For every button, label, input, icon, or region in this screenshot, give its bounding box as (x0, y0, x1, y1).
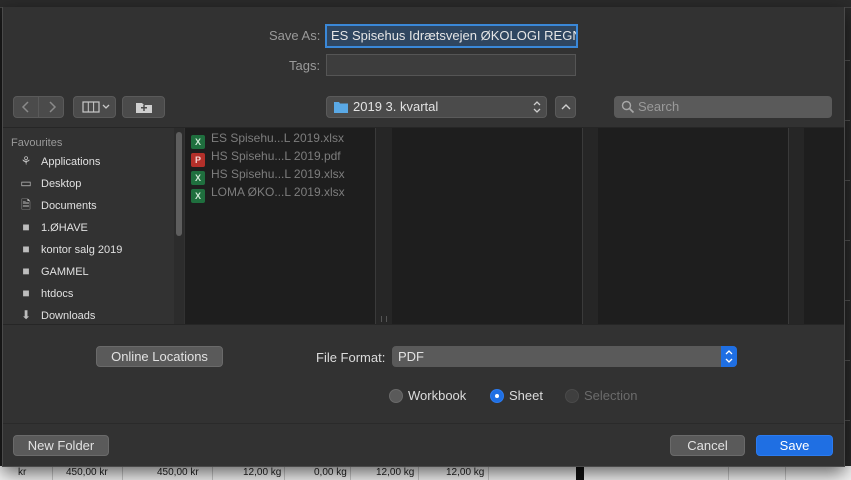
sheet-cell: 450,00 kr (66, 467, 108, 478)
file-item[interactable]: P HS Spisehu...L 2019.pdf (191, 147, 341, 167)
folder-icon: ■ (22, 242, 30, 256)
updown-chevron-icon (533, 101, 541, 113)
background-spreadsheet-row: kr 450,00 kr 450,00 kr 12,00 kg 0,00 kg … (0, 466, 851, 480)
nav-back-forward (13, 96, 64, 118)
sidebar-item-applications[interactable]: ⚘ Applications (17, 151, 101, 171)
sidebar-item-desktop[interactable]: ▭ Desktop (17, 173, 81, 193)
sidebar-scrollbar[interactable] (174, 128, 184, 324)
column-resize-handle[interactable] (375, 128, 376, 324)
save-as-input[interactable]: ES Spisehus Idrætsvejen ØKOLOGI REGN (325, 24, 578, 48)
file-format-value: PDF (398, 349, 424, 364)
search-field[interactable]: Search (614, 96, 832, 118)
sheet-cell: 12,00 kg (376, 467, 415, 478)
folder-icon (334, 102, 348, 113)
folder-icon: ■ (22, 286, 30, 300)
file-format-select[interactable]: PDF (392, 346, 737, 367)
tags-input[interactable] (326, 54, 576, 76)
chevron-up-icon (561, 104, 570, 110)
file-item[interactable]: X ES Spisehu...L 2019.xlsx (191, 129, 344, 149)
radio-selection (565, 389, 579, 403)
sidebar-item-kontor-salg[interactable]: ■ kontor salg 2019 (17, 239, 122, 259)
search-placeholder: Search (638, 99, 680, 114)
folder-icon: ■ (22, 220, 30, 234)
radio-sheet[interactable] (490, 389, 504, 403)
column-view-icon (81, 101, 109, 113)
sheet-cell: kr (18, 467, 27, 478)
sidebar-item-htdocs[interactable]: ■ htdocs (17, 283, 73, 303)
file-browser: X ES Spisehu...L 2019.xlsx P HS Spisehu...… (185, 128, 844, 324)
expand-dialog-button[interactable] (555, 96, 576, 118)
browser-column (598, 128, 788, 324)
sidebar-item-1ohave[interactable]: ■ 1.ØHAVE (17, 217, 88, 237)
location-label: 2019 3. kvartal (353, 99, 439, 114)
downloads-icon: ⬇ (20, 308, 32, 322)
sidebar-header: Favourites (11, 137, 63, 149)
radio-workbook-label: Workbook (408, 388, 467, 403)
folder-icon: ■ (22, 264, 30, 278)
cancel-button[interactable]: Cancel (670, 435, 745, 456)
file-item[interactable]: X HS Spisehu...L 2019.xlsx (191, 165, 345, 185)
updown-chevron-icon (721, 346, 737, 367)
sidebar-item-gammel[interactable]: ■ GAMMEL (17, 261, 88, 281)
sheet-cell: 450,00 kr (157, 467, 199, 478)
sidebar: Favourites ⚘ Applications ▭ Desktop 🗎 Docum… (3, 128, 173, 324)
resize-grip-icon (381, 316, 387, 322)
new-folder-toolbar-button[interactable] (122, 96, 165, 118)
sidebar-item-documents[interactable]: 🗎 Documents (17, 195, 96, 215)
online-locations-button[interactable]: Online Locations (96, 346, 223, 367)
save-as-label: Save As: (269, 28, 321, 43)
save-dialog: Save As: ES Spisehus Idrætsvejen ØKOLOGI… (2, 7, 845, 467)
desktop-icon: ▭ (20, 176, 32, 190)
new-folder-icon (135, 103, 152, 113)
file-format-label: File Format: (316, 350, 386, 365)
sheet-cell: 0,00 kg (314, 467, 347, 478)
excel-file-icon: X (191, 189, 205, 203)
sheet-cell: 12,00 kg (446, 467, 485, 478)
documents-icon: 🗎 (21, 198, 31, 212)
chevron-right-icon[interactable] (39, 97, 64, 117)
tags-label: Tags: (289, 58, 321, 73)
sheet-cell: 12,00 kg (243, 467, 282, 478)
new-folder-button[interactable]: New Folder (13, 435, 109, 456)
browser-column (392, 128, 582, 324)
radio-selection-label: Selection (584, 388, 638, 403)
browser-column: X ES Spisehu...L 2019.xlsx P HS Spisehu...… (185, 128, 375, 324)
file-item[interactable]: X LOMA ØKO...L 2019.xlsx (191, 183, 345, 203)
scrollbar-thumb[interactable] (176, 132, 182, 236)
save-button[interactable]: Save (756, 435, 833, 456)
location-popup[interactable]: 2019 3. kvartal (326, 96, 547, 118)
chevron-left-icon[interactable] (14, 97, 39, 117)
view-mode-button[interactable] (73, 96, 116, 118)
applications-icon: ⚘ (20, 154, 32, 168)
radio-sheet-label: Sheet (509, 388, 543, 403)
radio-workbook[interactable] (389, 389, 403, 403)
browser-column (804, 128, 844, 324)
search-icon (621, 100, 635, 114)
sidebar-item-downloads[interactable]: ⬇ Downloads (17, 305, 95, 324)
